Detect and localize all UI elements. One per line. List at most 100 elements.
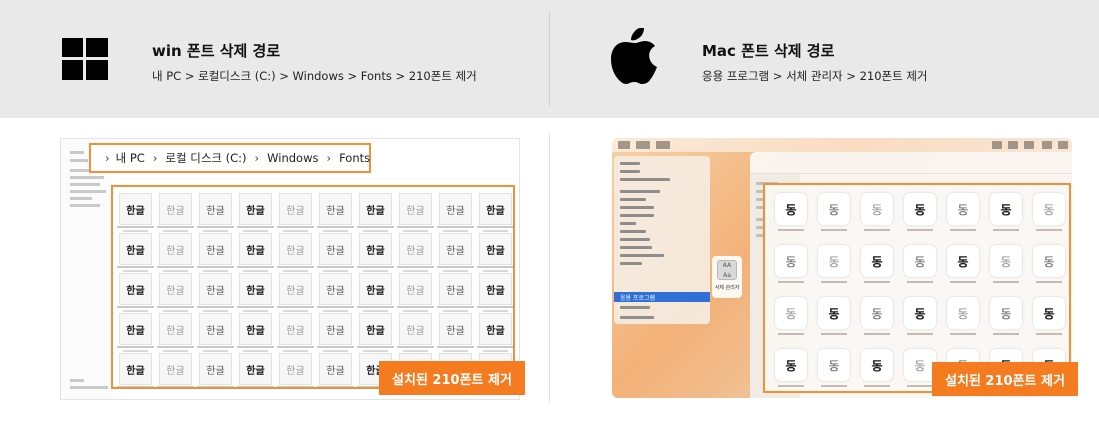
font-file-icon[interactable]: 한글 (397, 233, 434, 273)
font-preview-glyph: 한글 (199, 313, 232, 345)
font-file-icon[interactable]: 한글 (437, 313, 474, 353)
font-file-icon[interactable]: 한글 (197, 353, 234, 387)
font-name-caption (821, 333, 847, 335)
font-file-icon[interactable]: 한글 (237, 313, 274, 353)
font-file-icon[interactable]: 한글 (317, 193, 354, 233)
font-file-icon[interactable]: 한글 (357, 233, 394, 273)
font-preview-tile[interactable]: 동 (818, 349, 850, 381)
font-preview-tile[interactable]: 동 (775, 245, 807, 277)
font-preview-tile[interactable]: 동 (990, 193, 1022, 225)
breadcrumb-mypc[interactable]: 내 PC (116, 150, 145, 166)
font-preview-glyph: 한글 (399, 193, 432, 225)
breadcrumb-windows[interactable]: Windows (267, 151, 318, 165)
font-file-icon[interactable]: 한글 (117, 313, 154, 353)
font-file-icon[interactable]: 한글 (357, 313, 394, 353)
font-preview-tile[interactable]: 동 (904, 297, 936, 329)
font-preview-tile[interactable]: 동 (861, 245, 893, 277)
font-file-icon[interactable]: 한글 (357, 273, 394, 313)
font-file-icon[interactable]: 한글 (477, 273, 513, 313)
font-preview-tile[interactable]: 동 (947, 193, 979, 225)
font-preview-tile[interactable]: 동 (947, 297, 979, 329)
font-file-icon[interactable]: 한글 (197, 193, 234, 233)
windows-path: 내 PC > 로컬디스크 (C:) > Windows > Fonts > 21… (152, 69, 477, 83)
font-name-caption (907, 333, 933, 335)
font-preview-tile[interactable]: 동 (861, 297, 893, 329)
font-file-icon[interactable]: 한글 (157, 273, 194, 313)
font-file-icon[interactable]: 한글 (117, 273, 154, 313)
font-file-icon[interactable]: 한글 (397, 273, 434, 313)
font-preview-tile[interactable]: 동 (990, 245, 1022, 277)
font-file-icon[interactable]: 한글 (277, 313, 314, 353)
font-file-icon[interactable]: 한글 (437, 233, 474, 273)
font-preview-tile[interactable]: 동 (818, 245, 850, 277)
font-file-icon[interactable]: 한글 (117, 353, 154, 387)
font-file-icon[interactable]: 한글 (477, 193, 513, 233)
font-file-icon[interactable]: 한글 (317, 313, 354, 353)
font-preview-glyph: 한글 (159, 313, 192, 345)
font-file-icon[interactable]: 한글 (477, 313, 513, 353)
font-preview-tile[interactable]: 동 (861, 193, 893, 225)
font-file-icon[interactable]: 한글 (357, 193, 394, 233)
font-file-icon[interactable]: 한글 (237, 233, 274, 273)
menu-item-applications[interactable]: 응용 프로그램 (614, 292, 710, 302)
font-file-icon[interactable]: 한글 (157, 353, 194, 387)
mac-title: Mac 폰트 삭제 경로 (702, 42, 835, 60)
font-preview-tile[interactable]: 동 (818, 297, 850, 329)
window-toolbar (750, 152, 1072, 174)
font-preview-glyph: 한글 (479, 313, 512, 345)
font-file-icon[interactable]: 한글 (317, 273, 354, 313)
font-file-icon[interactable]: 한글 (317, 233, 354, 273)
font-preview-glyph: 한글 (279, 233, 312, 265)
font-preview-tile[interactable]: 동 (818, 193, 850, 225)
font-file-icon[interactable]: 한글 (197, 313, 234, 353)
font-preview-tile[interactable]: 동 (775, 297, 807, 329)
font-preview-glyph: 한글 (319, 353, 352, 385)
font-preview-tile[interactable]: 동 (947, 245, 979, 277)
header-divider (549, 12, 550, 106)
font-preview-glyph: 한글 (399, 313, 432, 345)
font-preview-glyph: 한글 (319, 233, 352, 265)
address-bar[interactable]: A › 내 PC › 로컬 디스크 (C:) › Windows › Fonts (89, 143, 371, 173)
font-file-icon[interactable]: 한글 (157, 313, 194, 353)
font-file-icon[interactable]: 한글 (157, 193, 194, 233)
font-file-icon[interactable]: 한글 (117, 233, 154, 273)
font-preview-tile[interactable]: 동 (1033, 297, 1065, 329)
font-name-caption (907, 385, 933, 387)
font-file-icon[interactable]: 한글 (237, 353, 274, 387)
font-preview-tile[interactable]: 동 (904, 245, 936, 277)
font-preview-tile[interactable]: 동 (861, 349, 893, 381)
font-file-icon[interactable]: 한글 (277, 193, 314, 233)
font-preview-tile[interactable]: 동 (775, 193, 807, 225)
font-file-icon[interactable]: 한글 (237, 273, 274, 313)
font-file-icon[interactable]: 한글 (277, 353, 314, 387)
font-preview-tile[interactable]: 동 (1033, 245, 1065, 277)
font-name-caption (778, 229, 804, 231)
font-preview-tile[interactable]: 동 (990, 297, 1022, 329)
font-file-icon[interactable]: 한글 (157, 233, 194, 273)
explorer-sidebar (61, 139, 113, 399)
font-file-icon[interactable]: 한글 (277, 233, 314, 273)
breadcrumb-local-disk[interactable]: 로컬 디스크 (C:) (165, 150, 246, 166)
font-file-icon[interactable]: 한글 (197, 233, 234, 273)
font-preview-tile[interactable]: 동 (775, 349, 807, 381)
font-file-icon[interactable]: 한글 (197, 273, 234, 313)
font-book-app-icon[interactable]: AA Aa 서체 관리자 (712, 256, 742, 298)
font-preview-glyph: 한글 (239, 233, 272, 265)
font-preview-glyph: 한글 (439, 273, 472, 305)
font-preview-tile[interactable]: 동 (904, 193, 936, 225)
font-preview-glyph: 한글 (239, 313, 272, 345)
font-file-icon[interactable]: 한글 (437, 193, 474, 233)
font-file-icon[interactable]: 한글 (397, 193, 434, 233)
font-file-icon[interactable]: 한글 (477, 233, 513, 273)
font-file-icon[interactable]: 한글 (237, 193, 274, 233)
font-file-icon[interactable]: 한글 (277, 273, 314, 313)
font-file-icon[interactable]: 한글 (317, 353, 354, 387)
font-name-caption (950, 333, 976, 335)
font-file-icon[interactable]: 한글 (117, 193, 154, 233)
breadcrumb-fonts[interactable]: Fonts (339, 151, 370, 165)
font-preview-tile[interactable]: 동 (1033, 193, 1065, 225)
font-file-icon[interactable]: 한글 (437, 273, 474, 313)
font-preview-glyph: 한글 (239, 273, 272, 305)
font-name-caption (778, 281, 804, 283)
font-file-icon[interactable]: 한글 (397, 313, 434, 353)
